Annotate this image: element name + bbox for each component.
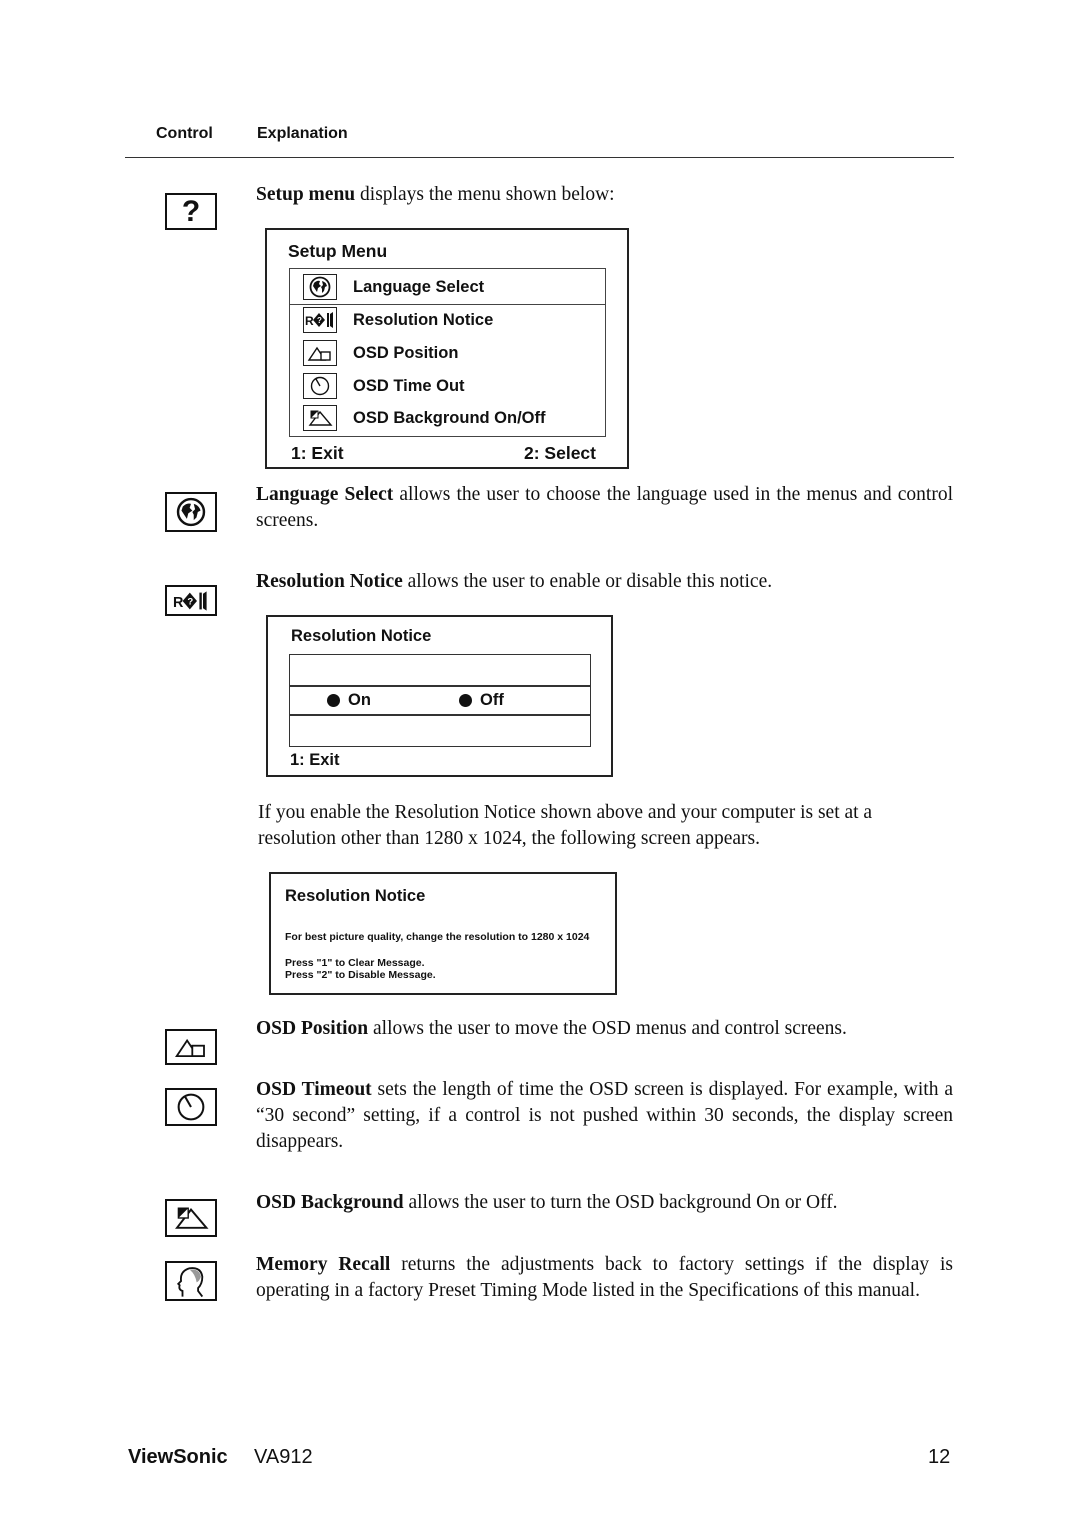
radio-dot-icon: [327, 694, 340, 707]
menu-item-osd-position[interactable]: OSD Position: [303, 340, 458, 366]
language-select-description: Language Select allows the user to choos…: [256, 484, 954, 531]
resolution-notice-description: Resolution Notice allows the user to ena…: [256, 571, 773, 592]
osd-position-description: OSD Position allows the user to move the…: [256, 1018, 847, 1039]
footer-model: VA912: [254, 1446, 313, 1468]
osd-background-icon: [303, 405, 337, 431]
term: OSD Position: [256, 1018, 369, 1039]
option-on-radio[interactable]: On: [327, 691, 371, 710]
header-divider: [125, 157, 954, 158]
menu-item-language-select[interactable]: Language Select: [303, 274, 484, 300]
resolution-followup-text: If you enable the Resolution Notice show…: [258, 802, 873, 849]
radio-dot-icon: [459, 694, 472, 707]
term: Language Select: [256, 484, 394, 505]
column-header-control: Control: [156, 125, 213, 142]
footer-brand: ViewSonic: [128, 1446, 228, 1468]
setup-menu-exit-hint: 1: Exit: [291, 443, 344, 463]
osd-background-description: OSD Background allows the user to turn t…: [256, 1192, 838, 1213]
clock-icon: [303, 373, 337, 399]
memory-recall-head-icon: [165, 1261, 217, 1301]
question-mark-icon: ?: [165, 193, 217, 230]
divider: [289, 714, 591, 716]
term: OSD Background: [256, 1192, 404, 1213]
memory-recall-description: Memory Recall returns the adjustments ba…: [256, 1254, 954, 1301]
resolution-message-line: For best picture quality, change the res…: [285, 931, 590, 943]
resolution-message-title: Resolution Notice: [285, 887, 426, 905]
globe-icon: [303, 274, 337, 300]
osd-background-icon: [165, 1199, 217, 1237]
svg-text:R: R: [173, 595, 184, 611]
term: Setup menu: [256, 184, 356, 205]
setup-menu-title: Setup Menu: [288, 241, 388, 261]
term: Memory Recall: [256, 1254, 391, 1275]
setup-menu-select-hint: 2: Select: [524, 443, 596, 463]
svg-text:?: ?: [317, 316, 322, 325]
resolution-notice-icon: R?: [165, 585, 217, 616]
globe-icon: [165, 492, 217, 532]
menu-item-osd-background[interactable]: OSD Background On/Off: [303, 405, 546, 431]
page-number: 12: [928, 1446, 951, 1468]
resolution-notice-exit-hint: 1: Exit: [290, 751, 340, 769]
osd-position-icon: [165, 1029, 217, 1065]
svg-text:?: ?: [187, 596, 193, 607]
column-header-explanation: Explanation: [257, 125, 348, 142]
setup-menu-description: Setup menu displays the menu shown below…: [256, 184, 615, 205]
divider: [289, 685, 591, 687]
osd-timeout-description: OSD Timeout sets the length of time the …: [256, 1079, 953, 1152]
term: OSD Timeout: [256, 1079, 372, 1100]
resolution-notice-icon: R?: [303, 307, 337, 333]
svg-text:R: R: [305, 314, 314, 328]
menu-item-osd-time-out[interactable]: OSD Time Out: [303, 373, 465, 399]
menu-item-resolution-notice[interactable]: R? Resolution Notice: [303, 307, 493, 333]
option-off-radio[interactable]: Off: [459, 691, 504, 710]
osd-position-icon: [303, 340, 337, 366]
term: Resolution Notice: [256, 571, 403, 592]
clock-icon: [165, 1088, 217, 1126]
resolution-notice-osd-title: Resolution Notice: [291, 627, 432, 645]
resolution-message-line: Press "2" to Disable Message.: [285, 969, 436, 981]
